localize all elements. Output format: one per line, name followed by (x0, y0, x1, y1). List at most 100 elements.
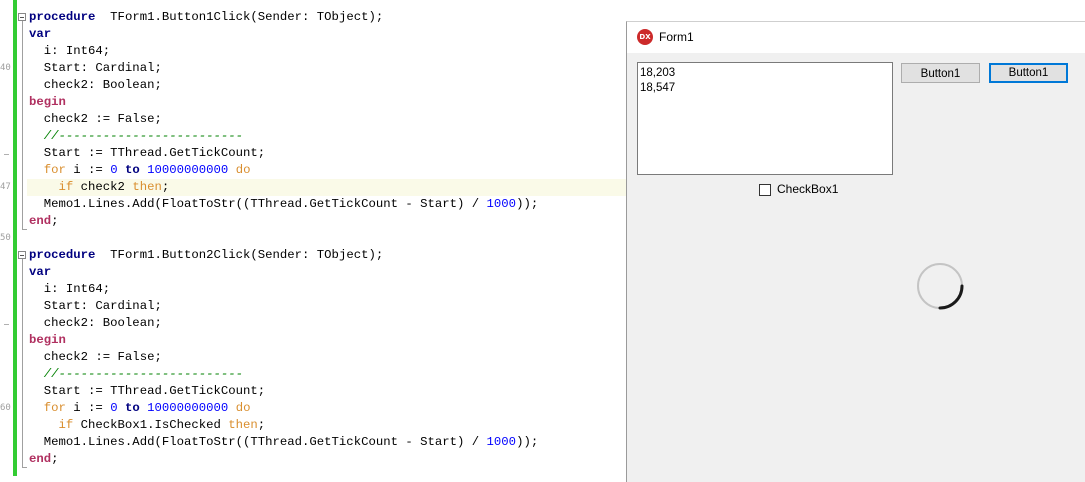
fold-guide (22, 259, 23, 467)
code-line: Start := TThread.GetTickCount; (29, 145, 265, 162)
code-token: check2 (73, 180, 133, 194)
code-line: check2 := False; (29, 111, 162, 128)
code-token: TForm1.Button2Click(Sender: TObject); (95, 248, 384, 262)
code-token: for (29, 401, 66, 415)
code-token: 1000 (486, 197, 517, 211)
code-token: ; (51, 214, 59, 228)
line-number: 40 (0, 63, 11, 73)
code-line: i: Int64; (29, 281, 110, 298)
code-token: )); (516, 197, 539, 211)
code-line: var (29, 264, 51, 281)
code-token: CheckBox1.IsChecked (73, 418, 229, 432)
code-token: to (124, 401, 140, 415)
code-token: ; (257, 418, 266, 432)
code-token: 10000000000 (147, 163, 229, 177)
code-token: i := (65, 163, 111, 177)
code-line: //------------------------- (29, 366, 243, 383)
code-token: Start := TThread.GetTickCount; (29, 384, 266, 398)
code-token: check2 := False; (29, 112, 162, 126)
code-line: Memo1.Lines.Add(FloatToStr((TThread.GetT… (29, 196, 538, 213)
code-line: Memo1.Lines.Add(FloatToStr((TThread.GetT… (29, 434, 538, 451)
code-token: then (228, 418, 258, 432)
gutter-tick (4, 324, 9, 325)
line-number-gutter: 40 47 50 60 (0, 0, 12, 476)
app-icon: DX (637, 29, 653, 45)
code-line: begin (29, 332, 66, 349)
window-titlebar[interactable]: DX Form1 (627, 22, 1085, 53)
code-line: if CheckBox1.IsChecked then; (29, 417, 266, 434)
code-token: Start := TThread.GetTickCount; (29, 146, 266, 160)
window-title: Form1 (659, 30, 694, 44)
code-line: check2: Boolean; (29, 315, 162, 332)
code-token: ; (161, 180, 170, 194)
code-line: i: Int64; (29, 43, 110, 60)
code-line: end; (29, 213, 59, 230)
code-token: i: Int64; (29, 282, 111, 296)
code-token: 0 (110, 163, 118, 177)
code-token: i := (65, 401, 111, 415)
code-line: var (29, 26, 51, 43)
memo-line: 18,547 (640, 82, 676, 94)
checkbox-label[interactable]: CheckBox1 (777, 182, 838, 196)
line-number: 50 (0, 233, 11, 243)
code-token: end (29, 214, 52, 228)
code-token: begin (29, 95, 66, 109)
code-line: Start := TThread.GetTickCount; (29, 383, 265, 400)
code-token: procedure (29, 248, 96, 262)
fold-guide-end (22, 467, 27, 468)
button2-focused[interactable]: Button1 (989, 63, 1068, 83)
code-token: check2: Boolean; (29, 78, 162, 92)
code-line: procedure TForm1.Button1Click(Sender: TO… (29, 9, 383, 26)
gutter-tick (4, 154, 9, 155)
code-token: Start: Cardinal; (29, 299, 162, 313)
fold-guide (22, 21, 23, 229)
code-token: begin (29, 333, 66, 347)
memo1-textarea[interactable]: 18,203 18,547 (637, 62, 893, 175)
code-line: if check2 then; (29, 179, 170, 196)
code-token: var (29, 265, 52, 279)
code-token: end (29, 452, 52, 466)
code-token: 1000 (486, 435, 517, 449)
code-token: check2: Boolean; (29, 316, 162, 330)
code-token: 0 (110, 401, 118, 415)
code-token: Start: Cardinal; (29, 61, 162, 75)
code-token: if (29, 180, 74, 194)
code-line: procedure TForm1.Button2Click(Sender: TO… (29, 247, 383, 264)
code-token: do (235, 163, 251, 177)
fold-guide-end (22, 229, 27, 230)
line-number: 60 (0, 403, 11, 413)
code-token: ; (51, 452, 59, 466)
code-token: //------------------------- (29, 129, 244, 143)
code-token: to (124, 163, 140, 177)
code-token: Memo1.Lines.Add(FloatToStr((TThread.GetT… (29, 435, 487, 449)
code-token: //------------------------- (29, 367, 244, 381)
code-token: for (29, 163, 66, 177)
code-token: 10000000000 (147, 401, 229, 415)
code-line: check2: Boolean; (29, 77, 162, 94)
code-line: Start: Cardinal; (29, 60, 162, 77)
code-token: if (29, 418, 74, 432)
code-line: begin (29, 94, 66, 111)
code-token: do (235, 401, 251, 415)
line-number: 47 (0, 182, 11, 192)
modified-lines-bar (13, 0, 17, 476)
button1[interactable]: Button1 (901, 63, 980, 83)
code-token: Memo1.Lines.Add(FloatToStr((TThread.GetT… (29, 197, 487, 211)
code-token: var (29, 27, 52, 41)
fold-toggle-icon[interactable] (18, 13, 26, 21)
checkbox-box[interactable] (759, 184, 771, 196)
code-token: i: Int64; (29, 44, 111, 58)
code-line: for i := 0 to 10000000000 do (29, 400, 251, 417)
code-token: check2 := False; (29, 350, 162, 364)
code-token: procedure (29, 10, 96, 24)
code-token: )); (516, 435, 539, 449)
code-line: for i := 0 to 10000000000 do (29, 162, 251, 179)
form1-window[interactable]: DX Form1 18,203 18,547 Button1 Button1 C… (626, 21, 1085, 482)
fold-toggle-icon[interactable] (18, 251, 26, 259)
busy-spinner-icon (917, 263, 964, 310)
code-line: //------------------------- (29, 128, 243, 145)
